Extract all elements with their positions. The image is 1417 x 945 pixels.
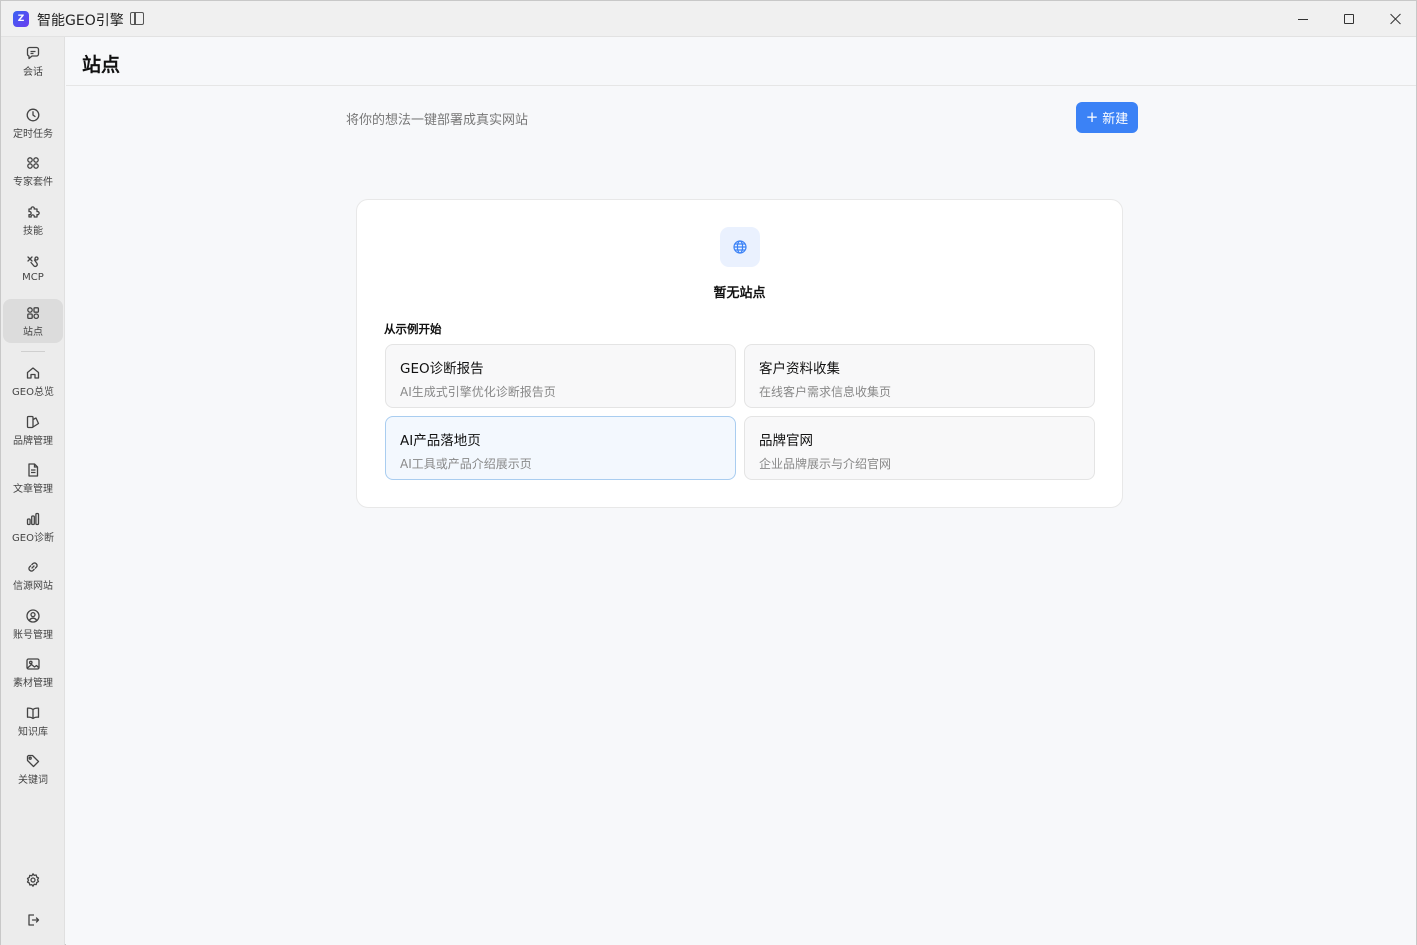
nav-label: 知识库 [18,726,48,738]
nav-item-chat[interactable]: 会话 [3,39,63,83]
nav-item-asset-management[interactable]: 素材管理 [3,650,63,694]
app-window: Z 智能GEO引擎 会话 定时任务 专家套件 技能 MCP 站点 GEO总览 品… [0,0,1417,945]
nav-label: GEO总览 [12,386,54,398]
close-icon [1389,13,1401,25]
image-icon [26,657,40,670]
template-title: AI产品落地页 [400,433,481,449]
logout-icon [28,914,40,926]
template-title: 品牌官网 [759,433,813,449]
chat-icon [26,46,40,59]
nav-item-expert-suite[interactable]: 专家套件 [3,149,63,193]
nav-label: 账号管理 [13,629,53,641]
empty-state-card: 暂无站点 从示例开始 GEO诊断报告 AI生成式引擎优化诊断报告页 客户资料收集… [356,199,1123,508]
nav-label: 专家套件 [13,176,53,188]
nav-item-geo-overview[interactable]: GEO总览 [3,359,63,403]
maximize-button[interactable] [1326,1,1372,37]
book-icon [26,706,40,719]
new-site-button-label: 新建 [1102,112,1129,127]
nav-item-brand-management[interactable]: 品牌管理 [3,408,63,452]
grid-icon [27,156,39,169]
brand-icon [26,415,40,428]
bar-chart-icon [26,512,40,525]
left-nav: 会话 定时任务 专家套件 技能 MCP 站点 GEO总览 品牌管理 文章管理 G… [1,37,65,945]
app-title: 智能GEO引擎 [37,13,124,29]
logout-button[interactable] [17,904,49,936]
nav-item-knowledge-base[interactable]: 知识库 [3,699,63,743]
nav-label: 文章管理 [13,483,53,495]
puzzle-icon [28,205,40,218]
nav-item-source-sites[interactable]: 信源网站 [3,553,63,597]
link-icon [28,561,38,572]
template-card-customer-info[interactable]: 客户资料收集 在线客户需求信息收集页 [744,344,1095,408]
document-icon [28,462,39,477]
plus-icon: + [1085,108,1099,126]
template-card-ai-landing[interactable]: AI产品落地页 AI工具或产品介绍展示页 [385,416,736,480]
close-button[interactable] [1372,1,1417,37]
nav-item-article-management[interactable]: 文章管理 [3,456,63,500]
mcp-icon [27,255,39,267]
nav-label: 素材管理 [13,677,53,689]
tag-icon [26,754,40,767]
gear-icon [26,873,40,887]
template-title: GEO诊断报告 [400,361,484,377]
template-desc: AI生成式引擎优化诊断报告页 [400,385,556,399]
template-desc: AI工具或产品介绍展示页 [400,457,532,471]
main-content: 站点 将你的想法一键部署成真实网站 + 新建 暂无站点 从示例开始 GEO诊断报… [66,37,1416,945]
title-bar: Z 智能GEO引擎 [1,1,1416,37]
minimize-icon [1298,18,1308,20]
nav-divider [21,351,45,352]
maximize-icon [1344,14,1354,24]
empty-state-title: 暂无站点 [713,286,766,301]
nav-item-mcp[interactable]: MCP [3,246,63,290]
minimize-button[interactable] [1280,1,1326,37]
nav-label: 信源网站 [13,580,53,592]
nav-label: 技能 [23,225,43,237]
template-card-brand-site[interactable]: 品牌官网 企业品牌展示与介绍官网 [744,416,1095,480]
template-desc: 在线客户需求信息收集页 [759,385,892,399]
new-site-button[interactable]: + 新建 [1076,102,1138,133]
page-title: 站点 [82,54,121,76]
nav-label: 关键词 [18,774,48,786]
nav-label: GEO诊断 [12,532,54,544]
nav-item-keywords[interactable]: 关键词 [3,747,63,791]
app-logo-icon: Z [13,11,29,27]
sites-icon [27,306,40,319]
globe-icon [733,240,747,254]
nav-label: 品牌管理 [13,435,53,447]
nav-item-skills[interactable]: 技能 [3,198,63,242]
home-icon [26,366,40,379]
template-card-geo-report[interactable]: GEO诊断报告 AI生成式引擎优化诊断报告页 [385,344,736,408]
nav-label: MCP [22,271,44,283]
globe-icon-badge [720,227,760,267]
template-desc: 企业品牌展示与介绍官网 [759,457,892,471]
page-header: 站点 [66,37,1416,86]
nav-item-geo-diagnosis[interactable]: GEO诊断 [3,505,63,549]
settings-button[interactable] [17,864,49,896]
examples-label: 从示例开始 [384,322,442,336]
nav-label: 定时任务 [13,128,53,140]
template-title: 客户资料收集 [759,361,840,377]
user-circle-icon [26,608,40,623]
nav-item-scheduled-tasks[interactable]: 定时任务 [3,101,63,145]
nav-label: 会话 [23,66,43,78]
nav-label: 站点 [23,326,43,338]
sidebar-toggle-icon[interactable] [130,12,144,25]
nav-item-sites[interactable]: 站点 [3,299,63,343]
clock-icon [26,108,40,121]
page-subtitle: 将你的想法一键部署成真实网站 [346,113,529,128]
nav-item-account-management[interactable]: 账号管理 [3,602,63,646]
